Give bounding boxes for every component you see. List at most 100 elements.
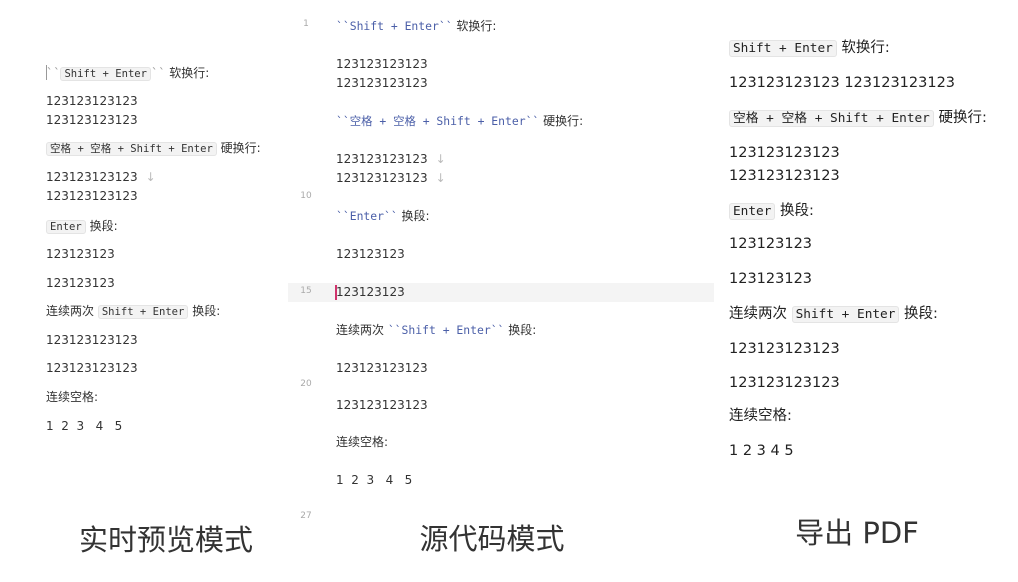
- text-span: 软换行:: [165, 66, 210, 80]
- line-number: 27: [300, 511, 312, 521]
- text-line[interactable]: 123123123123: [336, 74, 428, 92]
- inline-code: 空格 + 空格 + Shift + Enter: [46, 142, 217, 156]
- text-line[interactable]: 连续空格:: [729, 407, 792, 425]
- text-span: 123123123123: [336, 361, 428, 375]
- text-line[interactable]: 123123123: [46, 274, 115, 292]
- text-line[interactable]: 连续空格:: [336, 433, 388, 451]
- text-line[interactable]: 123123123123: [729, 144, 840, 162]
- text-span: 123123123123: [46, 361, 138, 375]
- text-line[interactable]: 连续两次 ``Shift + Enter`` 换段:: [336, 321, 536, 339]
- markdown-code-source: ``Enter``: [336, 209, 398, 223]
- text-span: 123123123123: [729, 145, 840, 161]
- line-break-arrow-icon: ↓: [435, 152, 446, 166]
- markdown-code-source: ``空格 + 空格 + Shift + Enter``: [336, 114, 540, 128]
- text-span: 123123123123: [729, 375, 840, 391]
- inline-code: Shift + Enter: [97, 305, 189, 319]
- text-span: 123123123123: [336, 398, 428, 412]
- text-line[interactable]: Enter 换段:: [729, 202, 814, 221]
- text-span: 123123123123: [46, 113, 138, 127]
- text-span: 123123123123: [336, 152, 428, 166]
- text-line[interactable]: ``空格 + 空格 + Shift + Enter`` 硬换行:: [336, 112, 583, 130]
- text-line[interactable]: 123123123123 123123123123: [729, 74, 955, 92]
- text-line[interactable]: 123123123123: [336, 396, 428, 414]
- text-line[interactable]: 1 2 3 4 5: [46, 417, 122, 435]
- text-line[interactable]: 123123123123: [46, 187, 138, 205]
- text-line[interactable]: ``Shift + Enter`` 软换行:: [46, 64, 209, 83]
- text-line[interactable]: 123123123123: [729, 167, 840, 185]
- text-line[interactable]: 123123123: [336, 245, 405, 263]
- text-line[interactable]: 连续两次 Shift + Enter 换段:: [729, 305, 938, 324]
- inline-code: Shift + Enter: [791, 306, 900, 323]
- line-number: 20: [300, 379, 312, 389]
- text-span: 123123123123: [336, 171, 428, 185]
- text-line[interactable]: ``Enter`` 换段:: [336, 207, 430, 225]
- text-line[interactable]: 123123123123: [729, 374, 840, 392]
- text-span: 连续空格:: [46, 390, 99, 404]
- caption-pdf-export: 导出 PDF: [795, 516, 919, 550]
- text-line[interactable]: Shift + Enter 软换行:: [729, 39, 890, 58]
- text-span: 软换行:: [836, 40, 890, 56]
- text-span: 123123123123: [336, 76, 428, 90]
- text-span: 123123123123: [729, 168, 840, 184]
- text-span: 换段:: [397, 209, 430, 223]
- text-line[interactable]: 123123123123: [336, 55, 428, 73]
- text-span: 连续两次: [46, 304, 98, 318]
- line-break-arrow-icon: ↓: [145, 170, 156, 184]
- text-span: 1 2 3 4 5: [46, 419, 123, 433]
- text-line[interactable]: 连续两次 Shift + Enter 换段:: [46, 302, 220, 321]
- line-break-arrow-icon: ↓: [435, 171, 446, 185]
- line-number: 10: [300, 191, 312, 201]
- text-span: 1 2 3 4 5: [729, 443, 794, 459]
- text-span: 123123123123: [46, 333, 138, 347]
- text-span: 连续空格:: [729, 408, 792, 424]
- text-span: 连续两次: [336, 323, 388, 337]
- text-line[interactable]: Enter 换段:: [46, 217, 118, 236]
- text-span: 123123123: [46, 276, 115, 290]
- text-span: 123123123123: [729, 341, 840, 357]
- text-line[interactable]: 1 2 3 4 5: [729, 442, 794, 460]
- caption-live-preview: 实时预览模式: [78, 523, 254, 557]
- text-line[interactable]: 123123123: [729, 270, 812, 288]
- text-line[interactable]: 123123123: [336, 283, 405, 301]
- text-line[interactable]: 123123123123 ↓: [336, 150, 446, 168]
- text-span: ``: [151, 66, 166, 80]
- text-line[interactable]: 123123123: [729, 235, 812, 253]
- text-line[interactable]: 123123123123: [729, 340, 840, 358]
- text-span: 123123123123 123123123123: [729, 75, 956, 91]
- text-span: 123123123: [729, 236, 813, 252]
- text-line[interactable]: 123123123123: [46, 92, 138, 110]
- text-line[interactable]: 123123123123 ↓: [46, 168, 156, 186]
- text-line[interactable]: ``Shift + Enter`` 软换行:: [336, 17, 496, 35]
- text-line[interactable]: 空格 + 空格 + Shift + Enter 硬换行:: [729, 109, 987, 128]
- text-span: 123123123: [336, 247, 405, 261]
- text-line[interactable]: 123123123123: [46, 331, 138, 349]
- text-span: 1 2 3 4 5: [336, 473, 413, 487]
- text-span: 硬换行:: [216, 141, 261, 155]
- text-line[interactable]: 空格 + 空格 + Shift + Enter 硬换行:: [46, 139, 261, 158]
- text-line[interactable]: 123123123123 ↓: [336, 169, 446, 187]
- text-span: 123123123: [46, 247, 115, 261]
- inline-code: Enter: [46, 220, 86, 234]
- markdown-code-source: ``Shift + Enter``: [336, 19, 453, 33]
- text-span: 123123123: [729, 271, 813, 287]
- text-span: 连续两次: [729, 306, 792, 322]
- inline-code: Enter: [729, 203, 776, 220]
- text-span: 换段:: [188, 304, 221, 318]
- caption-source-mode: 源代码模式: [419, 522, 565, 556]
- text-line[interactable]: 123123123123: [46, 111, 138, 129]
- line-number: 1: [303, 19, 309, 29]
- text-line[interactable]: 1 2 3 4 5: [336, 471, 412, 489]
- text-span: 换段:: [504, 323, 537, 337]
- markdown-code-source: ``Shift + Enter``: [387, 323, 505, 337]
- text-span: 123123123123: [46, 170, 138, 184]
- text-line[interactable]: 连续空格:: [46, 388, 98, 406]
- text-span: 硬换行:: [933, 110, 987, 126]
- text-line[interactable]: 123123123123: [46, 359, 138, 377]
- text-span: 123123123123: [46, 94, 138, 108]
- text-span: 换段:: [85, 219, 118, 233]
- text-line[interactable]: 123123123: [46, 245, 115, 263]
- line-number: 15: [300, 286, 312, 296]
- text-span: 硬换行:: [539, 114, 584, 128]
- text-line[interactable]: 123123123123: [336, 359, 428, 377]
- text-span: 123123123123: [336, 57, 428, 71]
